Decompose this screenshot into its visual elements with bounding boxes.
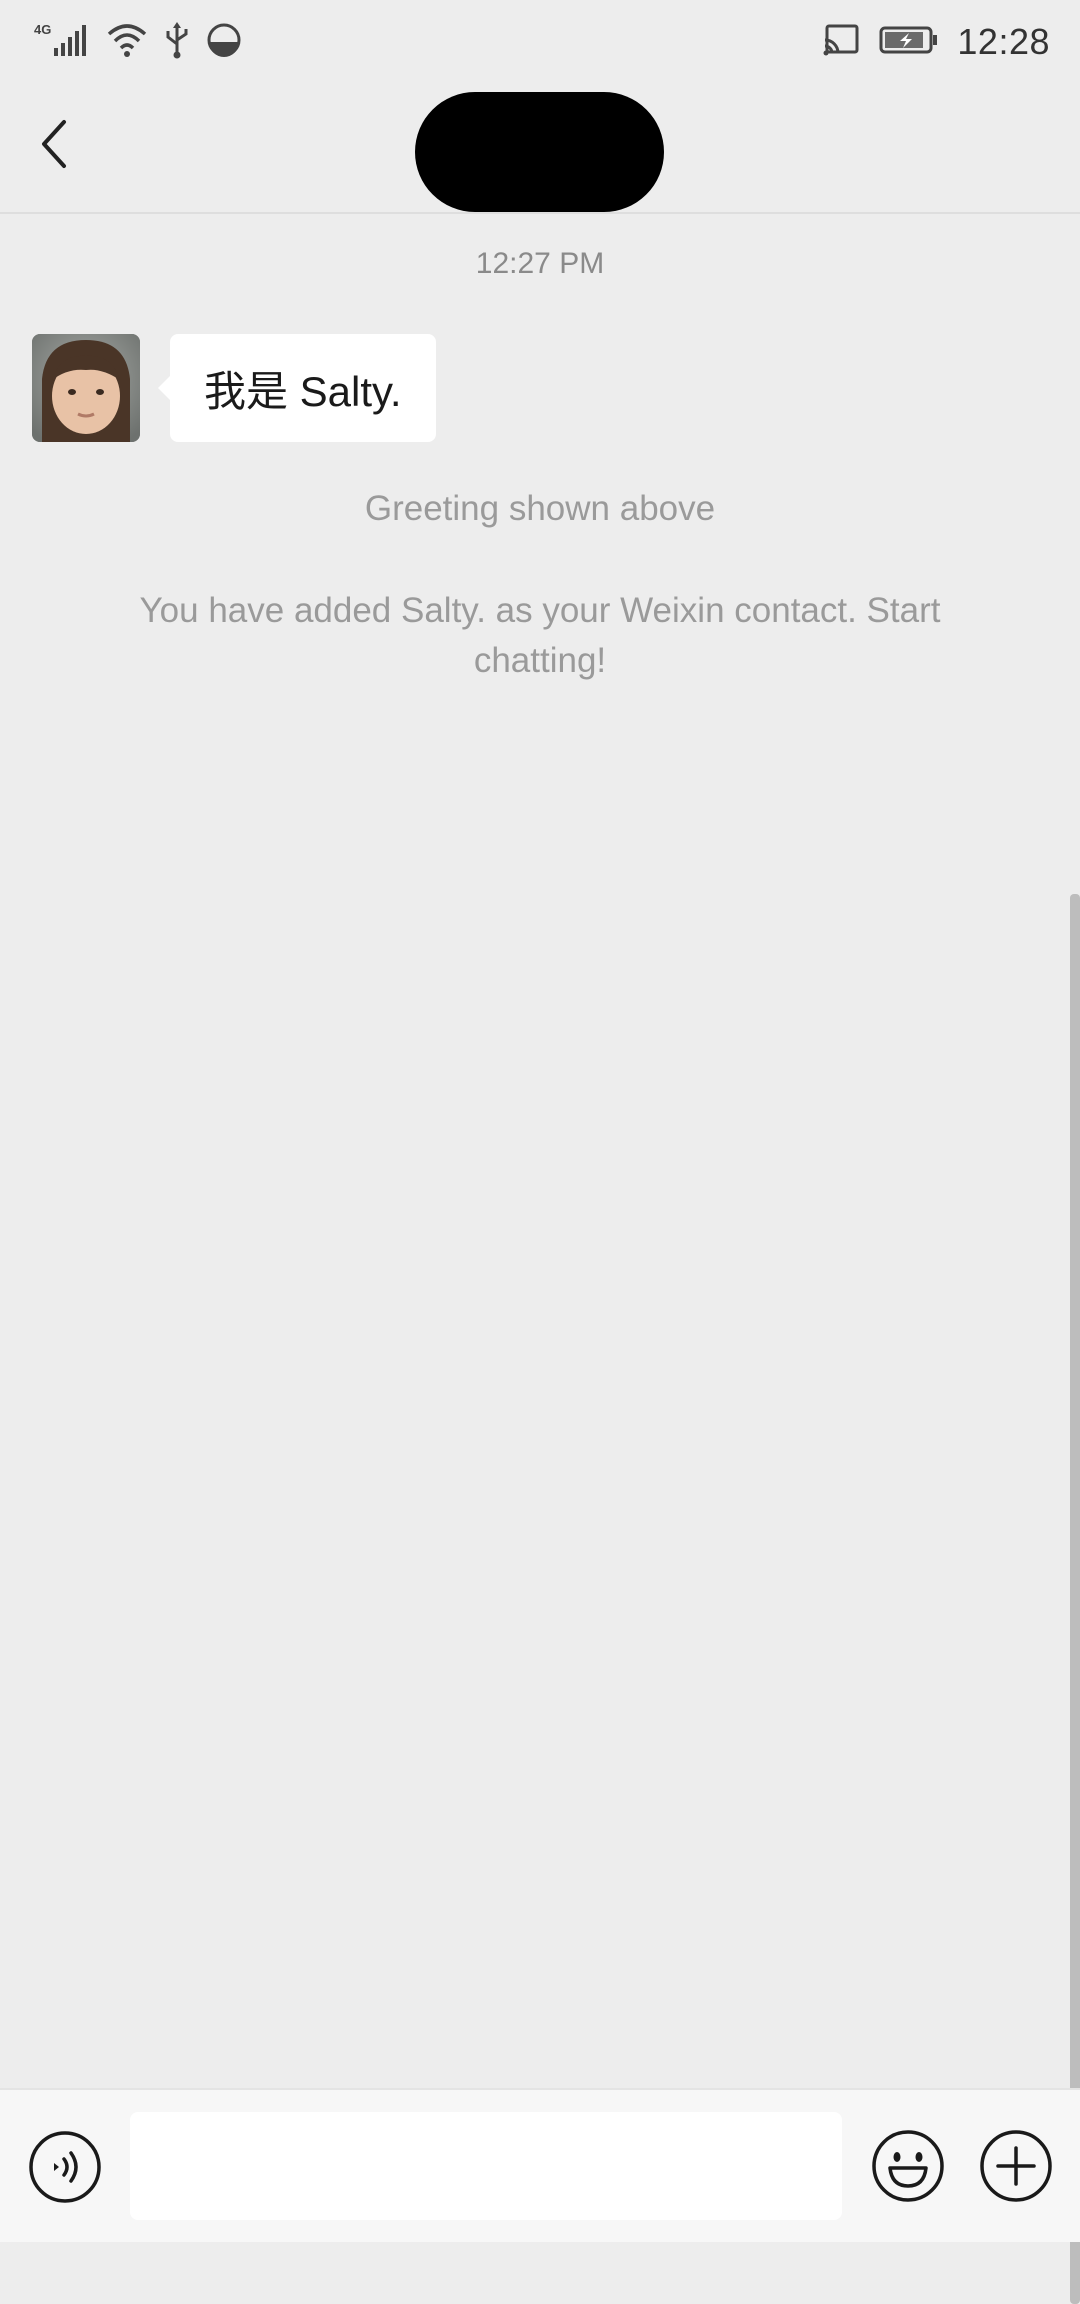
system-note-contact-added: You have added Salty. as your Weixin con…: [139, 591, 941, 680]
status-right-icons: 12:28: [823, 18, 1050, 66]
back-button[interactable]: [24, 112, 84, 176]
wifi-icon: [106, 20, 148, 65]
more-actions-button[interactable]: [978, 2128, 1054, 2204]
network-type-label: 4G: [34, 22, 51, 37]
chevron-left-icon: [42, 120, 66, 168]
cast-icon: [823, 23, 861, 62]
signal-icon: 4G: [34, 20, 90, 65]
emoji-icon: [872, 2130, 944, 2202]
contact-name-redacted: [415, 92, 664, 212]
plus-circle-icon: [980, 2130, 1052, 2202]
message-input[interactable]: [130, 2112, 842, 2220]
voice-input-button[interactable]: [28, 2130, 102, 2204]
contact-avatar[interactable]: [32, 334, 140, 442]
message-bubble[interactable]: 我是 Salty.: [158, 334, 436, 442]
usb-icon: [164, 20, 190, 65]
battery-charging-icon: [879, 25, 939, 60]
status-clock: 12:28: [957, 21, 1050, 62]
message-timestamp: 12:27 PM: [475, 247, 605, 280]
chat-header: [0, 84, 1080, 214]
emoji-button[interactable]: [870, 2128, 946, 2204]
incoming-message: 我是 Salty.: [32, 334, 436, 442]
chat-message-list[interactable]: 12:27 PM 我是 Salty. Greeting shown above …: [0, 214, 1080, 2304]
input-bar: [0, 2088, 1080, 2242]
system-note-greeting: Greeting shown above: [364, 489, 716, 528]
status-bar: 4G 12:28: [0, 0, 1080, 84]
status-left-icons: 4G: [34, 18, 242, 66]
data-saver-icon: [206, 20, 242, 65]
voice-input-icon: [29, 2131, 101, 2203]
